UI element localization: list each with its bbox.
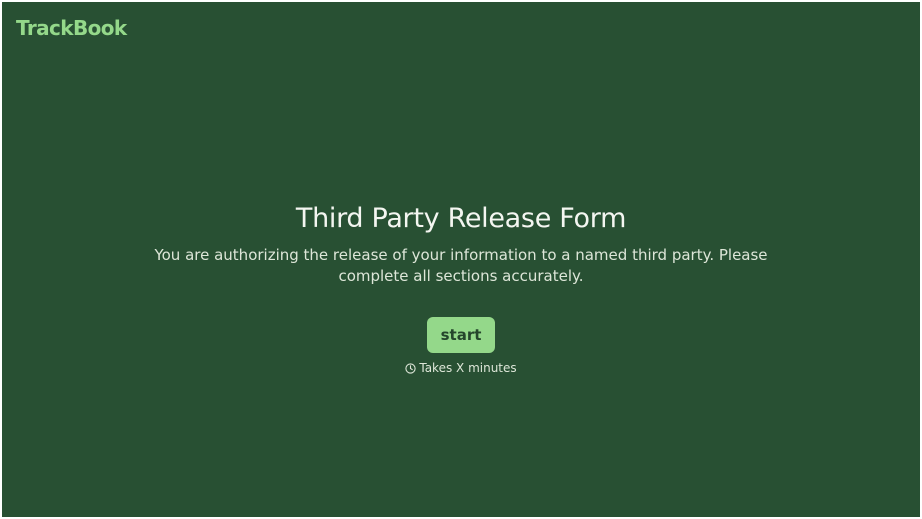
page-title: Third Party Release Form: [295, 203, 627, 234]
logo: TrackBook: [16, 16, 127, 40]
form-description: You are authorizing the release of your …: [154, 246, 768, 285]
intro-section: Third Party Release Form You are authori…: [2, 201, 920, 375]
duration-text: Takes X minutes: [419, 361, 517, 375]
start-button[interactable]: start: [427, 317, 495, 353]
page-frame: TrackBook Third Party Release Form You a…: [2, 2, 920, 517]
clock-icon: [405, 362, 417, 374]
duration-info: Takes X minutes: [2, 361, 920, 375]
